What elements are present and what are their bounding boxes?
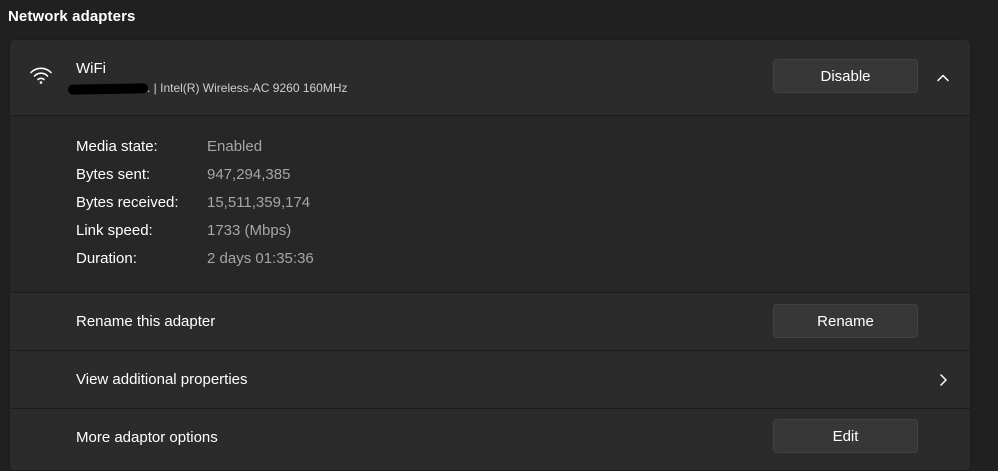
rename-button[interactable]: Rename <box>773 304 918 338</box>
rename-adapter-row: Rename this adapter Rename <box>10 293 970 351</box>
detail-label: Bytes received: <box>76 194 179 211</box>
detail-value: 947,294,385 <box>207 166 291 183</box>
detail-label: Media state: <box>76 138 158 155</box>
more-adaptor-options-row: More adaptor options Edit <box>10 409 970 466</box>
detail-value: 1733 (Mbps) <box>207 222 292 239</box>
detail-label: Bytes sent: <box>76 166 151 183</box>
adapter-header[interactable]: WiFi . | Intel(R) Wireless-AC 9260 160MH… <box>10 40 970 116</box>
more-adaptor-options-label: More adaptor options <box>76 429 218 446</box>
edit-button[interactable]: Edit <box>773 419 918 453</box>
detail-value: 15,511,359,174 <box>207 194 311 211</box>
chevron-up-icon[interactable] <box>935 70 951 86</box>
adapter-description: . | Intel(R) Wireless-AC 9260 160MHz <box>147 81 348 95</box>
network-adapter-card: WiFi . | Intel(R) Wireless-AC 9260 160MH… <box>9 39 971 471</box>
detail-label: Link speed: <box>76 222 153 239</box>
section-title: Network adapters <box>8 8 136 25</box>
rename-adapter-label: Rename this adapter <box>76 313 216 330</box>
view-additional-properties-row[interactable]: View additional properties <box>10 351 970 409</box>
chevron-right-icon <box>940 374 947 386</box>
detail-value: Enabled <box>207 138 263 155</box>
adapter-details: Media state: Enabled Bytes sent: 947,294… <box>10 116 970 293</box>
detail-value: 2 days 01:35:36 <box>207 250 314 267</box>
adapter-name: WiFi <box>76 60 106 77</box>
wifi-icon <box>30 67 52 84</box>
view-additional-properties-label: View additional properties <box>76 371 248 388</box>
disable-button[interactable]: Disable <box>773 59 918 93</box>
redaction-mark <box>67 83 149 95</box>
detail-label: Duration: <box>76 250 137 267</box>
